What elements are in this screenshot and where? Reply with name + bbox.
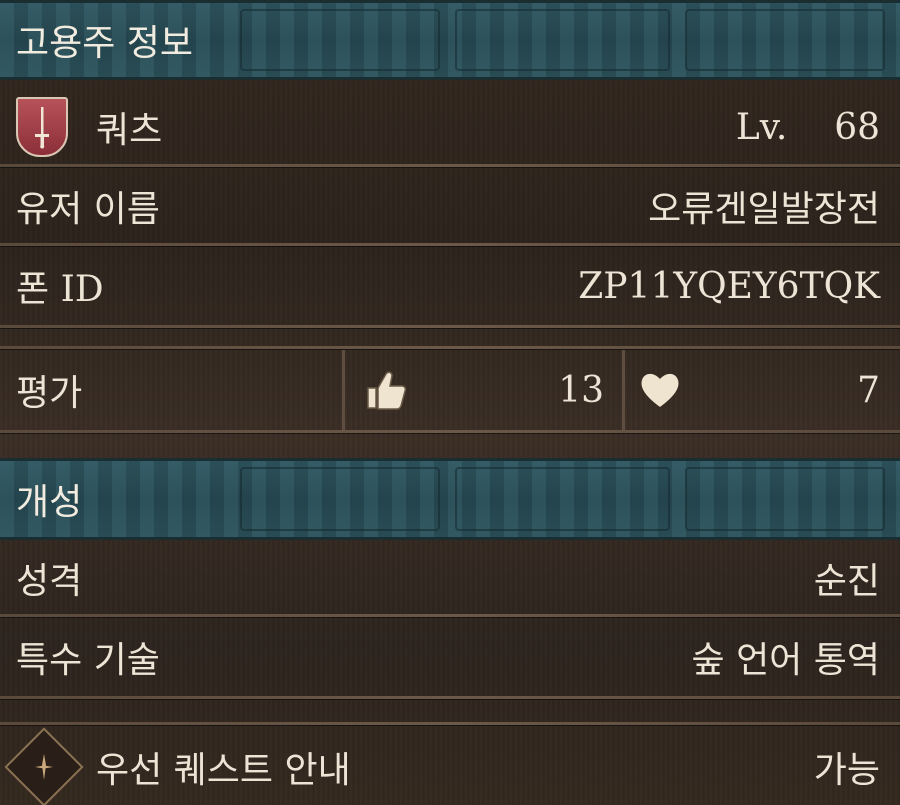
ornament [240, 9, 440, 71]
compass-icon [4, 726, 84, 805]
personality-row: 성격 순진 [0, 540, 900, 616]
divider [622, 350, 625, 430]
divider [0, 430, 900, 433]
divider [0, 722, 900, 725]
favorites-count: 7 [857, 369, 880, 411]
username-value: 오류겐일발장전 [648, 189, 880, 230]
level-label: Lv. [735, 106, 788, 148]
special-skill-value: 숲 언어 통역 [691, 640, 881, 681]
pawn-info-panel: 고용주 정보 쿼츠 Lv. 68 유저 이름 오류겐일발장전 폰 ID ZP11… [0, 0, 900, 805]
divider [342, 350, 345, 430]
username-label: 유저 이름 [16, 189, 160, 230]
likes-count: 13 [558, 369, 604, 411]
special-skill-row: 특수 기술 숲 언어 통역 [0, 618, 900, 696]
traits-title: 개성 [16, 482, 83, 523]
divider [0, 696, 900, 699]
divider [0, 243, 900, 246]
quest-guide-value: 가능 [813, 749, 880, 791]
rating-label: 평가 [16, 373, 83, 414]
rating-label-cell: 평가 [16, 350, 336, 430]
divider [0, 164, 900, 167]
ornament [455, 9, 670, 71]
employer-info-title: 고용주 정보 [16, 23, 194, 64]
heart-icon [641, 373, 679, 407]
pawn-id-label: 폰 ID [16, 269, 104, 310]
personality-label: 성격 [16, 561, 83, 602]
sword-shield-icon [16, 97, 68, 157]
traits-header: 개성 [0, 458, 900, 540]
favorites-cell: 7 [638, 350, 880, 430]
ornament [685, 9, 885, 71]
quest-guide-label: 우선 퀘스트 안내 [96, 749, 351, 791]
level-value: 68 [834, 106, 880, 148]
divider [0, 325, 900, 328]
thumbs-up-icon [367, 371, 407, 410]
divider [0, 346, 900, 349]
username-row: 유저 이름 오류겐일발장전 [0, 168, 900, 244]
personality-value: 순진 [813, 561, 880, 602]
special-skill-label: 특수 기술 [16, 640, 160, 681]
ornament [685, 467, 885, 531]
pawn-name: 쿼츠 [96, 110, 163, 151]
ornament [455, 467, 670, 531]
pawn-level: Lv. 68 [736, 107, 880, 148]
quest-guide-row[interactable]: 우선 퀘스트 안내 가능 [0, 726, 900, 805]
employer-info-header: 고용주 정보 [0, 0, 900, 80]
pawn-id-value: ZP11YQEY6TQK [578, 265, 880, 307]
pawn-name-row: 쿼츠 Lv. 68 [0, 88, 900, 166]
pawn-id-row: 폰 ID ZP11YQEY6TQK [0, 247, 900, 325]
likes-cell: 13 [364, 350, 604, 430]
divider [0, 614, 900, 617]
ornament [240, 467, 440, 531]
